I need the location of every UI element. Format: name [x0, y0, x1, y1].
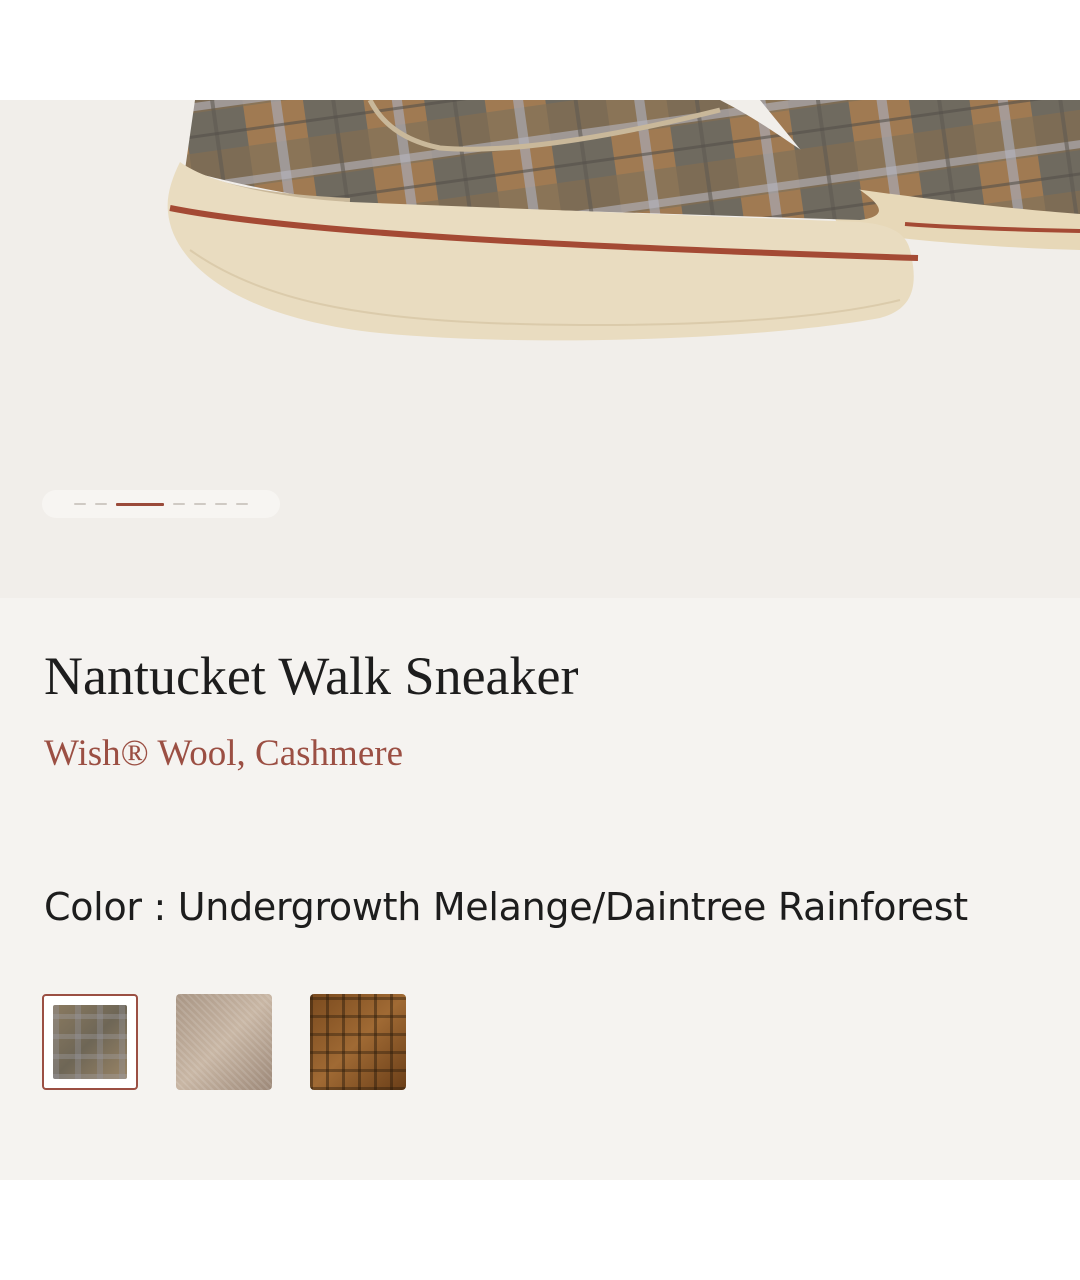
beige-melange-swatch-icon [176, 994, 272, 1090]
pagination-dot[interactable] [74, 503, 86, 505]
carousel-pagination[interactable] [42, 490, 280, 518]
pagination-dot[interactable] [194, 503, 206, 505]
pagination-dot-active[interactable] [116, 502, 164, 506]
selected-color-label: Color : Undergrowth Melange/Daintree Rai… [44, 885, 968, 929]
color-swatches [42, 994, 406, 1090]
swatch-beige-melange[interactable] [176, 994, 272, 1090]
product-image-carousel[interactable] [0, 100, 1080, 598]
product-info: Nantucket Walk Sneaker Wish® Wool, Cashm… [0, 598, 1080, 1180]
pagination-dot[interactable] [215, 503, 227, 505]
plaid-grey-brown-swatch-icon [53, 1005, 127, 1079]
swatch-brown-plaid[interactable] [310, 994, 406, 1090]
pagination-dot[interactable] [95, 503, 107, 505]
brown-plaid-swatch-icon [310, 994, 406, 1090]
pagination-dot[interactable] [236, 503, 248, 505]
swatch-undergrowth-melange[interactable] [42, 994, 138, 1090]
product-materials[interactable]: Wish® Wool, Cashmere [44, 732, 403, 776]
sneaker-image [167, 100, 1080, 341]
pagination-dot[interactable] [173, 503, 185, 505]
product-page: Nantucket Walk Sneaker Wish® Wool, Cashm… [0, 0, 1080, 1280]
product-title: Nantucket Walk Sneaker [44, 646, 579, 706]
